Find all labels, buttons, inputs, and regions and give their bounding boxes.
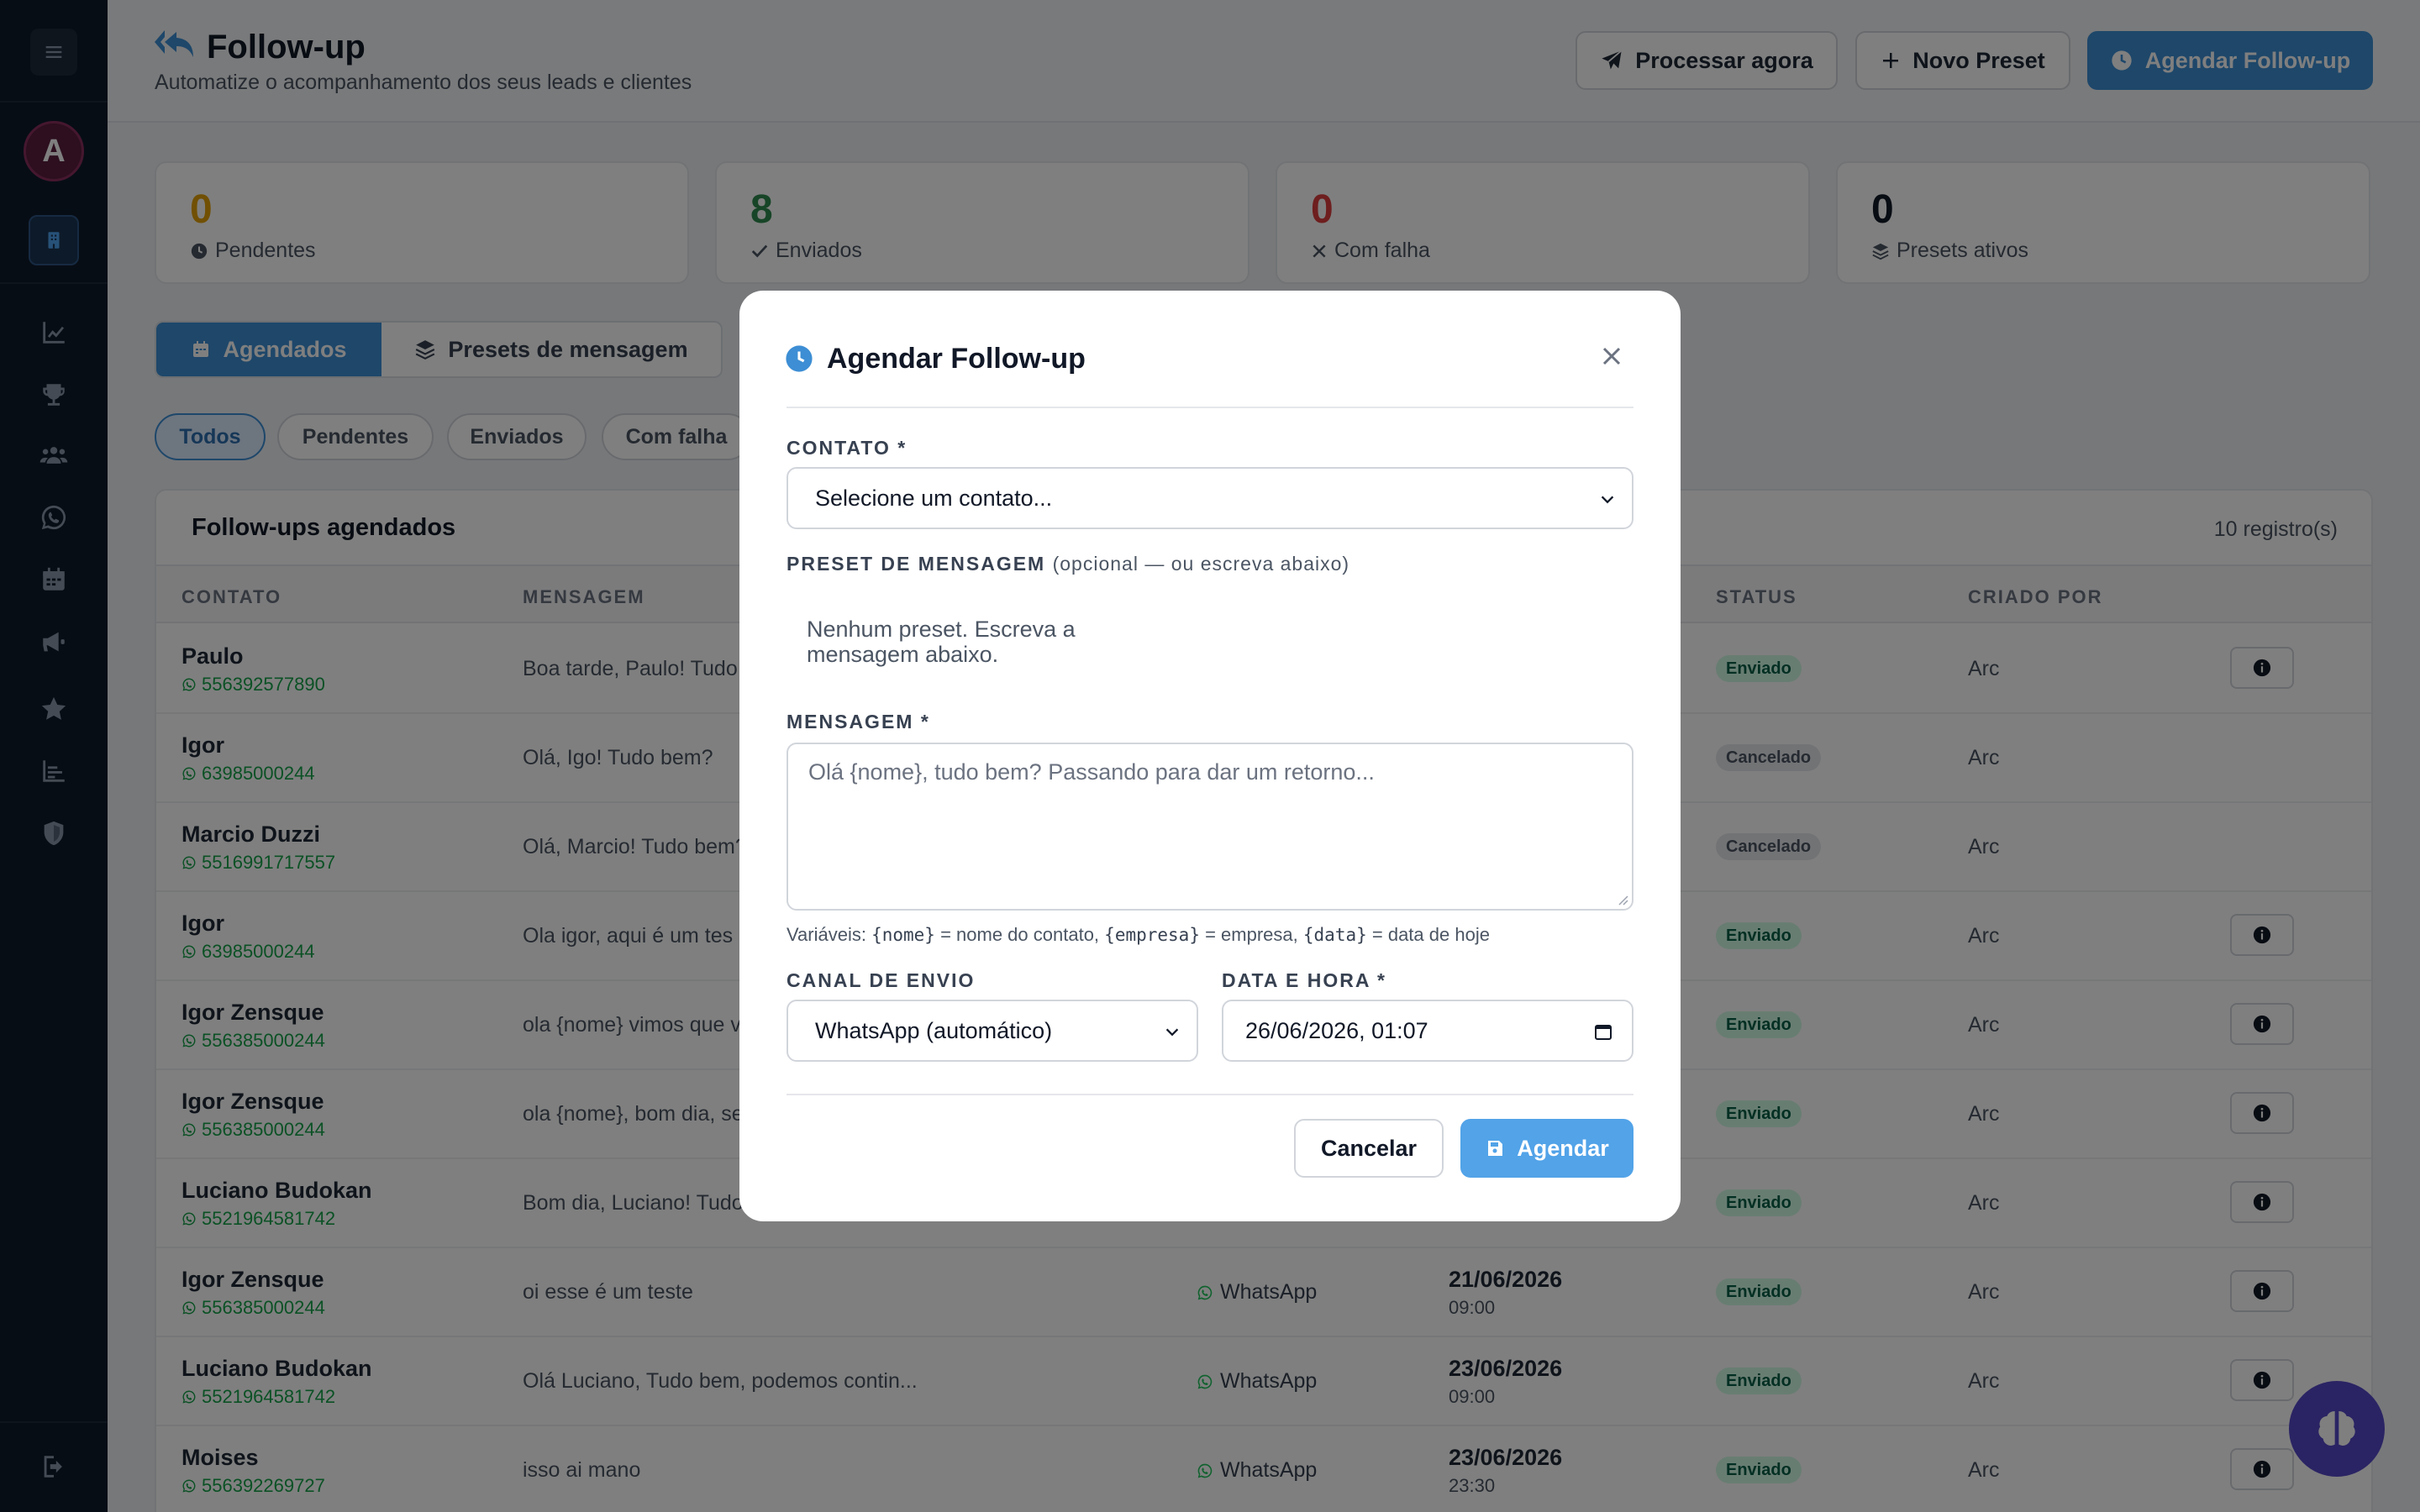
chevron-down-icon xyxy=(1165,1028,1179,1037)
submit-label: Agendar xyxy=(1517,1135,1609,1161)
preset-label-text: PRESET DE MENSAGEM xyxy=(786,553,1046,575)
variables-hint: Variáveis: {nome} = nome do contato, {em… xyxy=(786,924,1490,946)
datetime-value: 26/06/2026, 01:07 xyxy=(1245,1017,1428,1043)
preset-empty-message: Nenhum preset. Escreva a mensagem abaixo… xyxy=(807,617,1076,667)
contact-label: CONTATO * xyxy=(786,437,908,459)
message-placeholder: Olá {nome}, tudo bem? Passando para dar … xyxy=(808,759,1375,785)
hint-var-data: {data} xyxy=(1302,925,1367,945)
contact-select[interactable]: Selecione um contato... xyxy=(786,467,1634,529)
message-textarea[interactable]: Olá {nome}, tudo bem? Passando para dar … xyxy=(786,743,1634,911)
hint-prefix: Variáveis: xyxy=(786,924,866,945)
calendar-picker-icon[interactable] xyxy=(1593,1021,1613,1042)
hint-text: = data de hoje xyxy=(1371,924,1490,945)
preset-label: PRESET DE MENSAGEM (opcional — ou escrev… xyxy=(786,553,1349,575)
chevron-down-icon xyxy=(1601,496,1614,504)
modal-title: Agendar Follow-up xyxy=(827,343,1086,375)
datetime-input[interactable]: 26/06/2026, 01:07 xyxy=(1222,1000,1634,1062)
modal-divider xyxy=(786,407,1634,408)
datetime-label: DATA E HORA * xyxy=(1222,969,1386,991)
channel-select-value: WhatsApp (automático) xyxy=(815,1017,1053,1043)
submit-schedule-button[interactable]: Agendar xyxy=(1460,1119,1634,1178)
save-icon xyxy=(1488,1141,1503,1156)
channel-label: CANAL DE ENVIO xyxy=(786,969,976,991)
resize-handle-icon[interactable] xyxy=(1615,892,1628,906)
contact-select-value: Selecione um contato... xyxy=(815,485,1053,511)
hint-text: = nome do contato, xyxy=(940,924,1100,945)
hint-var-nome: {nome} xyxy=(871,925,935,945)
hint-text: = empresa, xyxy=(1205,924,1298,945)
message-label: MENSAGEM * xyxy=(786,711,930,732)
modal-footer-divider xyxy=(786,1094,1634,1095)
hint-var-empresa: {empresa} xyxy=(1104,925,1200,945)
clock-icon xyxy=(785,344,813,377)
preset-label-optional: (opcional — ou escreva abaixo) xyxy=(1052,553,1350,575)
cancel-button[interactable]: Cancelar xyxy=(1294,1119,1444,1178)
channel-select[interactable]: WhatsApp (automático) xyxy=(786,1000,1198,1062)
schedule-followup-modal: Agendar Follow-up CONTATO * Selecione um… xyxy=(739,291,1681,1221)
close-icon[interactable] xyxy=(1597,341,1627,371)
